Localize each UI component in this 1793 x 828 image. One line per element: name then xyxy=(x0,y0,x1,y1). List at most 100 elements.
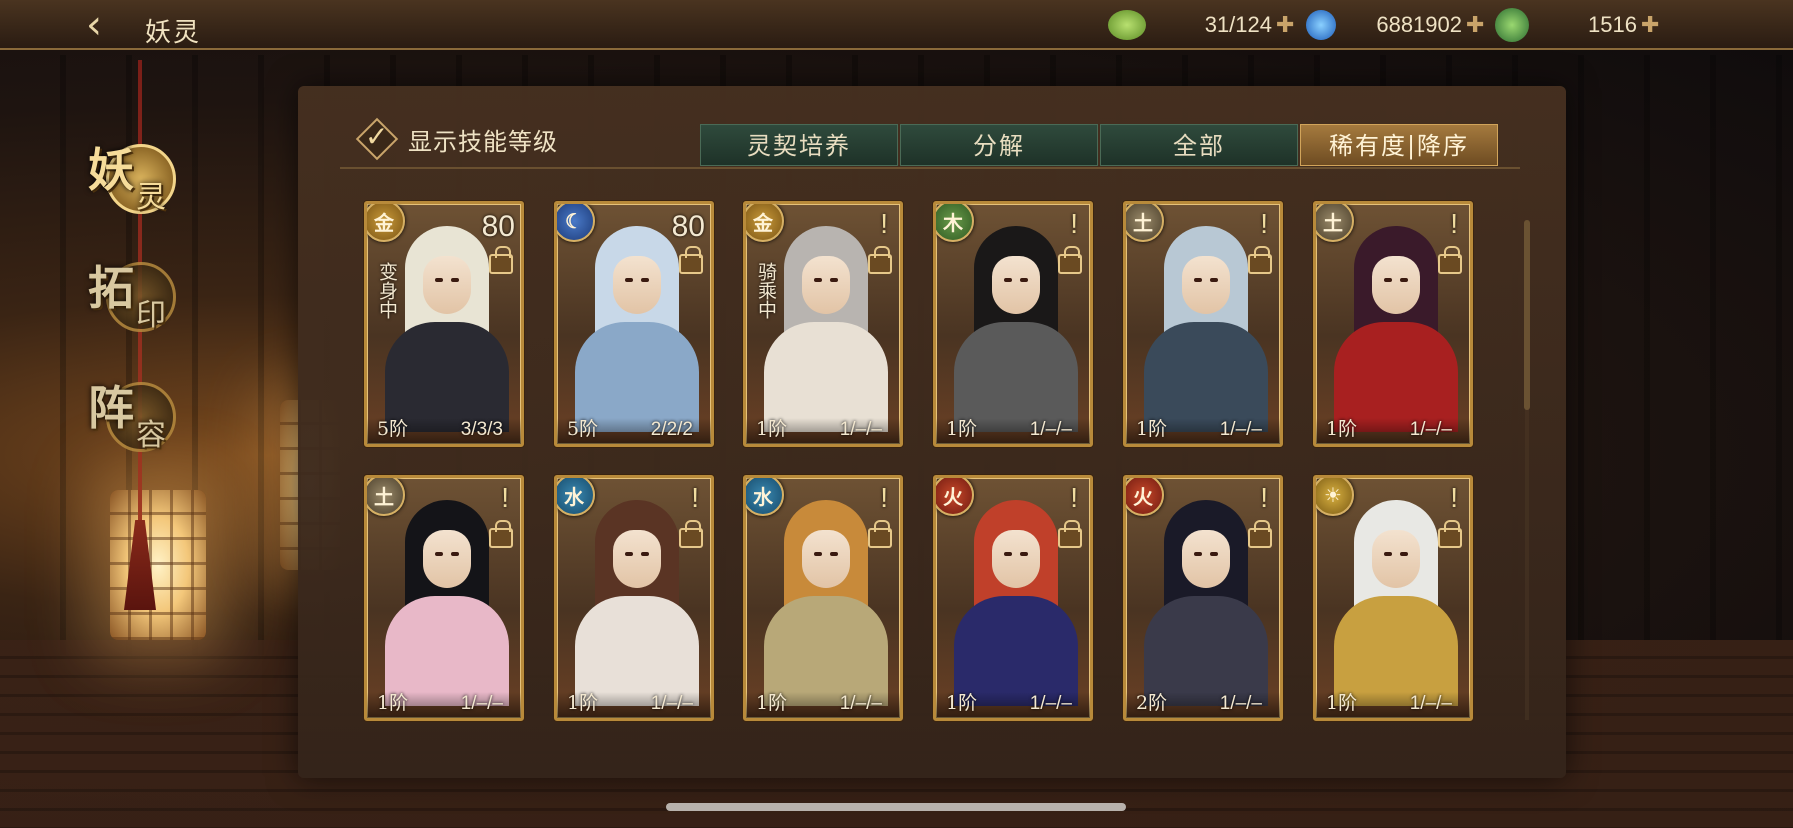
lock-icon[interactable] xyxy=(679,520,703,548)
exclamation-icon: ! xyxy=(1070,482,1078,513)
spirit-card[interactable]: 水 ! 1阶 1/–/– xyxy=(554,475,714,721)
spirit-tier: 1阶 xyxy=(1136,418,1168,440)
nav-item-tuoyin[interactable]: 拓 印 xyxy=(86,250,196,340)
spirit-tier: 1阶 xyxy=(756,418,788,440)
checkbox-checked-icon[interactable]: ✓ xyxy=(355,117,399,161)
sort-rarity-desc-button[interactable]: 稀有度|降序 xyxy=(1300,124,1498,166)
element-fire-icon: 火 xyxy=(936,478,974,516)
spirit-tier: 5阶 xyxy=(567,418,599,440)
lock-icon[interactable] xyxy=(1058,246,1082,274)
spirit-status: 变身中 xyxy=(376,262,398,319)
resource-jade: 31/124 ✚ xyxy=(1108,6,1294,44)
spirit-level: 80 xyxy=(671,210,705,243)
resource-leaf-coin: 1516 ✚ xyxy=(1495,6,1659,44)
spirit-tier: 1阶 xyxy=(1326,418,1358,440)
spirit-skill-levels: 1/–/– xyxy=(460,693,503,714)
back-arrow-icon[interactable]: ‹ xyxy=(86,5,126,46)
spirit-skill-levels: 1/–/– xyxy=(839,693,882,714)
spirit-card[interactable]: 土 ! 1阶 1/–/– xyxy=(1123,201,1283,447)
spirit-tier: 1阶 xyxy=(567,692,599,714)
exclamation-icon: ! xyxy=(501,482,509,513)
lantern-decoration xyxy=(110,490,206,640)
lock-icon[interactable] xyxy=(1058,520,1082,548)
spirit-card[interactable]: 金 ! 骑乘中 1阶 1/–/– xyxy=(743,201,903,447)
element-sun-icon: ☀ xyxy=(1316,478,1354,516)
resource-value: 1516 xyxy=(1588,12,1637,37)
lock-icon[interactable] xyxy=(1438,246,1462,274)
element-water-icon: 水 xyxy=(746,478,784,516)
lock-icon[interactable] xyxy=(1248,246,1272,274)
spirit-skill-levels: 2/2/2 xyxy=(650,419,693,440)
spirit-skill-levels: 1/–/– xyxy=(1219,419,1262,440)
spirit-skill-levels: 3/3/3 xyxy=(460,419,503,440)
element-wood-icon: 木 xyxy=(936,204,974,242)
resource-blue-flame: 6881902 ✚ xyxy=(1306,6,1484,44)
show-skill-level-toggle[interactable]: ✓ 显示技能等级 xyxy=(355,117,558,161)
element-earth-icon: 土 xyxy=(367,478,405,516)
exclamation-icon: ! xyxy=(691,482,699,513)
lock-icon[interactable] xyxy=(1438,520,1462,548)
spirit-tier: 1阶 xyxy=(1326,692,1358,714)
element-water-icon: 水 xyxy=(557,478,595,516)
spirit-tier: 1阶 xyxy=(946,418,978,440)
nav-label: 灵 xyxy=(136,180,166,215)
lock-icon[interactable] xyxy=(679,246,703,274)
add-blue-flame-button[interactable]: ✚ xyxy=(1466,13,1484,38)
add-leaf-coin-button[interactable]: ✚ xyxy=(1641,13,1659,38)
exclamation-icon: ! xyxy=(1450,208,1458,239)
spirit-card[interactable]: 土 ! 1阶 1/–/– xyxy=(364,475,524,721)
spirit-card[interactable]: 火 ! 2阶 1/–/– xyxy=(1123,475,1283,721)
element-earth-icon: 土 xyxy=(1126,204,1164,242)
divider xyxy=(340,167,1520,169)
spirit-skill-levels: 1/–/– xyxy=(1409,693,1452,714)
add-jade-button[interactable]: ✚ xyxy=(1276,13,1294,38)
home-indicator[interactable] xyxy=(666,803,1126,811)
tab-decompose[interactable]: 分解 xyxy=(900,124,1098,166)
spirit-status: 骑乘中 xyxy=(755,262,777,319)
spirit-card[interactable]: ☾ 80 5阶 2/2/2 xyxy=(554,201,714,447)
spirit-skill-levels: 1/–/– xyxy=(650,693,693,714)
page-title: 妖灵 xyxy=(145,18,202,48)
spirit-skill-levels: 1/–/– xyxy=(1409,419,1452,440)
show-skill-level-label: 显示技能等级 xyxy=(408,127,558,156)
lock-icon[interactable] xyxy=(489,246,513,274)
lock-icon[interactable] xyxy=(1248,520,1272,548)
spirit-card[interactable]: 土 ! 1阶 1/–/– xyxy=(1313,201,1473,447)
scrollbar-thumb[interactable] xyxy=(1524,220,1530,410)
resource-value: 31/124 xyxy=(1204,12,1272,37)
spirit-tier: 1阶 xyxy=(377,692,409,714)
spirit-tier: 2阶 xyxy=(1136,692,1168,714)
element-metal-icon: 金 xyxy=(746,204,784,242)
nav-item-zhenrong[interactable]: 阵 容 xyxy=(86,370,196,460)
exclamation-icon: ! xyxy=(880,208,888,239)
spirit-card[interactable]: 水 ! 1阶 1/–/– xyxy=(743,475,903,721)
spirit-skill-levels: 1/–/– xyxy=(1029,693,1072,714)
nav-label: 拓 xyxy=(88,261,134,315)
nav-item-yaoling[interactable]: 妖 灵 xyxy=(86,132,196,222)
element-moon-icon: ☾ xyxy=(557,204,595,242)
nav-label: 印 xyxy=(136,298,166,333)
exclamation-icon: ! xyxy=(1260,208,1268,239)
spirit-skill-levels: 1/–/– xyxy=(1029,419,1072,440)
spirit-card[interactable]: 金 80 变身中 5阶 3/3/3 xyxy=(364,201,524,447)
nav-label: 容 xyxy=(136,418,166,453)
spirit-tier: 1阶 xyxy=(756,692,788,714)
exclamation-icon: ! xyxy=(1450,482,1458,513)
tab-contract-training[interactable]: 灵契培养 xyxy=(700,124,898,166)
lock-icon[interactable] xyxy=(868,246,892,274)
spirit-skill-levels: 1/–/– xyxy=(1219,693,1262,714)
spirit-tier: 1阶 xyxy=(946,692,978,714)
element-fire-icon: 火 xyxy=(1126,478,1164,516)
tab-filter-all[interactable]: 全部 xyxy=(1100,124,1298,166)
spirit-card[interactable]: 火 ! 1阶 1/–/– xyxy=(933,475,1093,721)
spirit-skill-levels: 1/–/– xyxy=(839,419,882,440)
leaf-coin-icon xyxy=(1495,8,1529,42)
spirit-card[interactable]: ☀ ! 1阶 1/–/– xyxy=(1313,475,1473,721)
blue-flame-icon xyxy=(1306,10,1336,40)
lock-icon[interactable] xyxy=(868,520,892,548)
nav-label: 妖 xyxy=(88,143,134,197)
lock-icon[interactable] xyxy=(489,520,513,548)
spirit-card[interactable]: 木 ! 1阶 1/–/– xyxy=(933,201,1093,447)
exclamation-icon: ! xyxy=(1260,482,1268,513)
jade-icon xyxy=(1108,10,1146,40)
